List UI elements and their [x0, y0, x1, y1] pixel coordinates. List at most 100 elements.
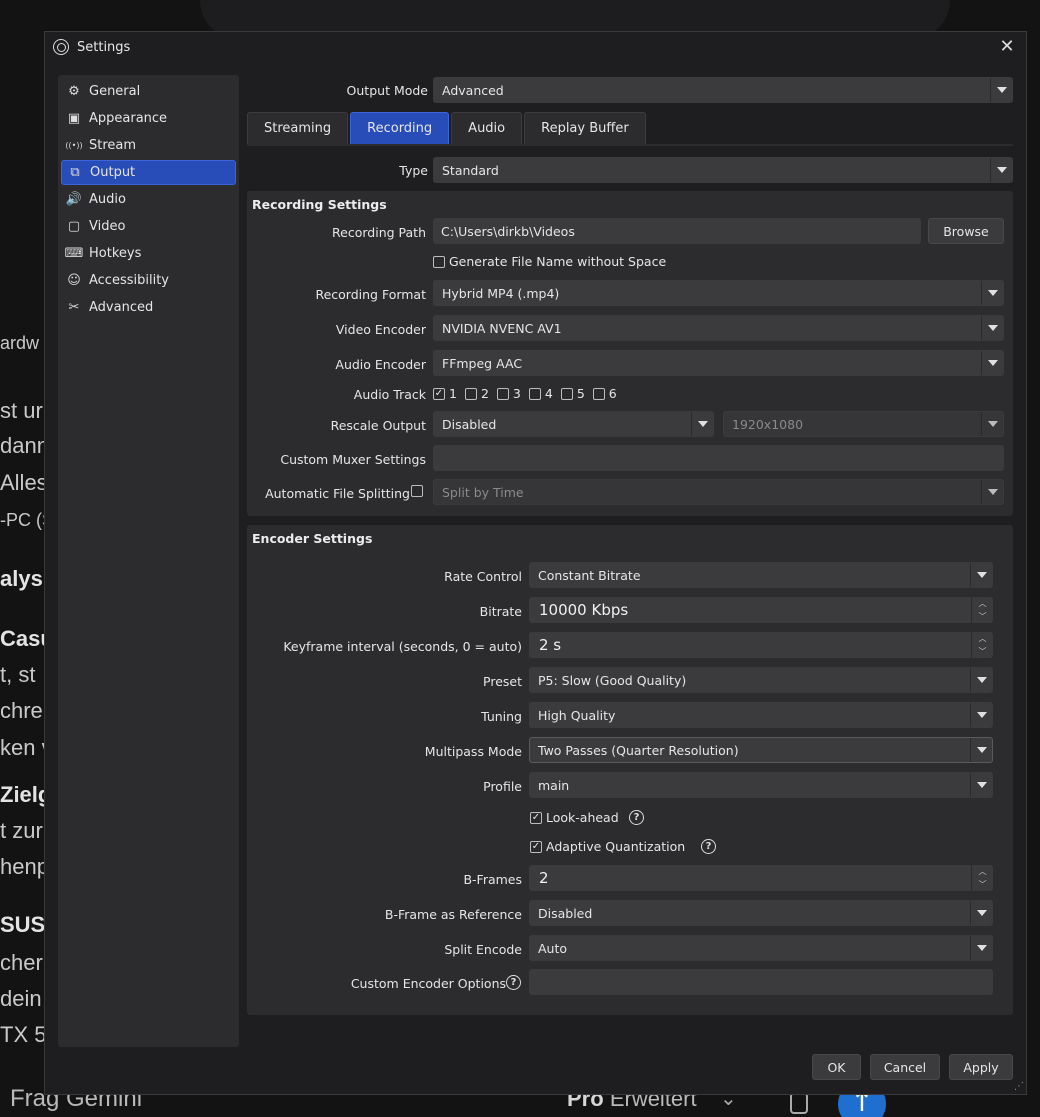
window-title: Settings: [77, 39, 131, 55]
chevron-down-icon: [970, 563, 992, 587]
background-text-fragment: dann: [0, 433, 49, 458]
sidebar-item-general[interactable]: ⚙ General: [61, 79, 236, 104]
custom-encoder-options-help-icon[interactable]: ?: [506, 975, 521, 990]
tuning-select[interactable]: High Quality: [529, 702, 993, 728]
background-text-fragment: Alles: [0, 470, 48, 495]
split-encode-select[interactable]: Auto: [529, 935, 993, 961]
sidebar-item-appearance[interactable]: ▣ Appearance: [61, 106, 236, 131]
tuning-label: Tuning: [481, 709, 522, 724]
recording-path-input[interactable]: C:\Users\dirkb\Videos: [433, 218, 921, 244]
sidebar-item-output[interactable]: ⧉ Output: [61, 160, 236, 185]
generate-filename-option[interactable]: Generate File Name without Space: [433, 254, 666, 269]
audio-track-checkbox[interactable]: [560, 387, 573, 400]
output-icon: ⧉: [70, 165, 80, 180]
close-icon[interactable]: ✕: [996, 36, 1018, 58]
accessibility-icon: ☺: [67, 273, 81, 288]
ok-button[interactable]: OK: [812, 1054, 861, 1080]
lookahead-option[interactable]: ✓ Look-ahead: [530, 810, 619, 825]
chevron-down-icon: [981, 281, 1003, 305]
lookahead-checkbox[interactable]: ✓: [530, 811, 542, 824]
bitrate-label: Bitrate: [479, 604, 522, 619]
chevron-down-icon: [981, 412, 1003, 436]
audio-track-checkbox[interactable]: [496, 387, 509, 400]
keyframe-interval-spinbox[interactable]: 2 s ︿ ﹀: [529, 632, 993, 658]
resize-grip-icon[interactable]: ⋰: [1014, 1081, 1024, 1092]
sidebar-item-label: Advanced: [89, 300, 154, 315]
sidebar-item-stream[interactable]: ((•)) Stream: [61, 133, 236, 158]
custom-muxer-input[interactable]: [433, 445, 1004, 471]
tab-audio[interactable]: Audio: [451, 112, 523, 144]
recording-format-select[interactable]: Hybrid MP4 (.mp4): [433, 280, 1004, 306]
rate-control-select[interactable]: Constant Bitrate: [529, 562, 993, 588]
generate-filename-checkbox[interactable]: [433, 255, 445, 268]
lookahead-label: Look-ahead: [546, 810, 619, 825]
tab-replay-buffer[interactable]: Replay Buffer: [524, 112, 646, 144]
sidebar-item-accessibility[interactable]: ☺ Accessibility: [61, 268, 236, 293]
auto-file-split-label: Automatic File Splitting: [265, 486, 410, 501]
sidebar-item-video[interactable]: ▢ Video: [61, 214, 236, 239]
audio-track-checkbox[interactable]: [528, 387, 541, 400]
custom-encoder-options-input[interactable]: [529, 969, 993, 995]
cancel-button[interactable]: Cancel: [870, 1054, 940, 1080]
tab-streaming[interactable]: Streaming: [247, 112, 349, 144]
bitrate-value: 10000 Kbps: [539, 601, 629, 619]
multipass-mode-label: Multipass Mode: [424, 744, 522, 759]
adaptive-quantization-option[interactable]: ✓ Adaptive Quantization: [530, 839, 685, 854]
audio-track-option[interactable]: 2: [464, 386, 489, 401]
split-encode-label: Split Encode: [444, 942, 522, 957]
audio-track-checkbox[interactable]: [592, 387, 605, 400]
sidebar-item-audio[interactable]: 🔊 Audio: [61, 187, 236, 212]
audio-track-checkbox[interactable]: ✓: [433, 387, 445, 400]
sidebar-item-label: Audio: [89, 192, 126, 207]
bframe-reference-select[interactable]: Disabled: [529, 900, 993, 926]
output-mode-label: Output Mode: [346, 83, 428, 98]
audio-track-checkboxes: ✓ 1 2 3 4 5 6: [433, 386, 625, 401]
settings-sidebar: ⚙ General ▣ Appearance ((•)) Stream ⧉ Output 🔊 Au…: [58, 75, 239, 1047]
audio-track-checkbox[interactable]: [464, 387, 477, 400]
bframe-reference-value: Disabled: [538, 905, 593, 921]
spin-arrows-icon[interactable]: ︿ ﹀: [971, 865, 993, 891]
gear-icon: ⚙: [68, 84, 80, 99]
browse-button[interactable]: Browse: [928, 218, 1004, 244]
audio-encoder-select[interactable]: FFmpeg AAC: [433, 350, 1004, 376]
adaptive-quantization-checkbox[interactable]: ✓: [530, 840, 542, 853]
video-encoder-select[interactable]: NVIDIA NVENC AV1: [433, 315, 1004, 341]
custom-muxer-label: Custom Muxer Settings: [280, 452, 426, 467]
auto-file-split-checkbox[interactable]: [411, 485, 423, 497]
keyboard-icon: ⌨: [64, 246, 84, 261]
spin-arrows-icon[interactable]: ︿ ﹀: [971, 632, 993, 658]
obs-logo-icon: [53, 39, 69, 55]
audio-track-option[interactable]: 6: [592, 386, 617, 401]
bitrate-spinbox[interactable]: 10000 Kbps ︿ ﹀: [529, 597, 993, 623]
lookahead-help-icon[interactable]: ?: [629, 810, 644, 825]
multipass-mode-select[interactable]: Two Passes (Quarter Resolution): [529, 737, 993, 763]
audio-track-option[interactable]: 5: [560, 386, 585, 401]
sidebar-item-label: Video: [89, 219, 126, 234]
apply-button[interactable]: Apply: [949, 1054, 1013, 1080]
settings-dialog: Settings ✕ ⚙ General ▣ Appearance ((•)) Strea…: [44, 31, 1027, 1095]
sidebar-item-label: Appearance: [89, 111, 168, 126]
rescale-resolution-value: 1920x1080: [732, 416, 804, 432]
type-select[interactable]: Standard: [433, 157, 1013, 183]
chevron-down-icon: [970, 703, 992, 727]
multipass-mode-value: Two Passes (Quarter Resolution): [538, 742, 739, 758]
sidebar-item-hotkeys[interactable]: ⌨ Hotkeys: [61, 241, 236, 266]
background-text-fragment: t zur: [0, 818, 43, 843]
audio-track-option[interactable]: 4: [528, 386, 553, 401]
rescale-output-select[interactable]: Disabled: [433, 411, 714, 437]
audio-track-label: Audio Track: [353, 387, 426, 402]
preset-select[interactable]: P5: Slow (Good Quality): [529, 667, 993, 693]
output-mode-select[interactable]: Advanced: [433, 77, 1013, 103]
chevron-down-icon: [981, 351, 1003, 375]
rescale-output-label: Rescale Output: [330, 418, 426, 433]
adaptive-quantization-help-icon[interactable]: ?: [701, 839, 716, 854]
audio-track-option[interactable]: ✓ 1: [433, 386, 457, 401]
sidebar-item-advanced[interactable]: ✂ Advanced: [61, 295, 236, 320]
bframes-spinbox[interactable]: 2 ︿ ﹀: [529, 865, 993, 891]
audio-track-option[interactable]: 3: [496, 386, 521, 401]
profile-select[interactable]: main: [529, 772, 993, 798]
sidebar-item-label: Output: [90, 165, 136, 180]
spin-arrows-icon[interactable]: ︿ ﹀: [971, 597, 993, 623]
tab-recording[interactable]: Recording: [350, 112, 450, 144]
keyframe-interval-value: 2 s: [539, 636, 562, 654]
